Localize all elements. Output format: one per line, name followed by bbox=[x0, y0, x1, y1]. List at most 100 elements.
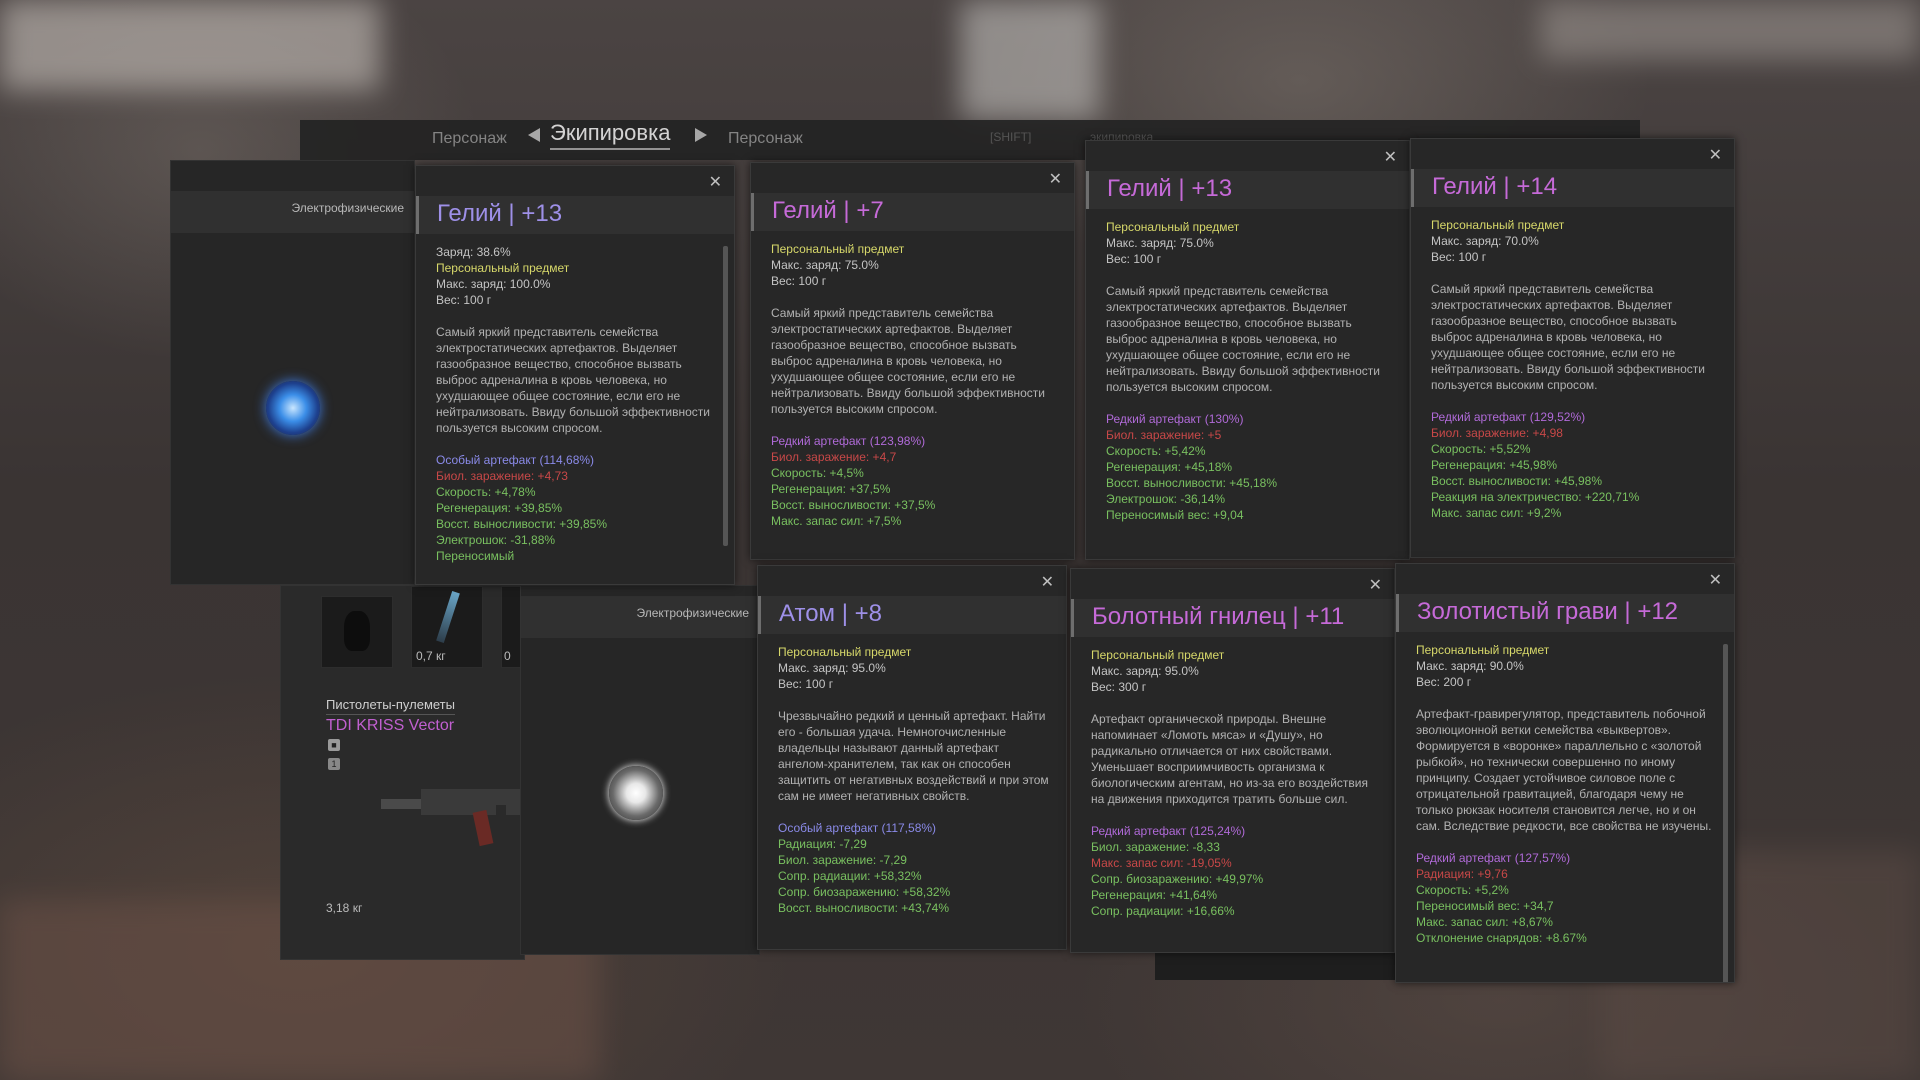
helium-artifact-icon[interactable] bbox=[266, 381, 320, 435]
artifact-tooltip-card: ✕ Болотный гнилец | +11 Персональный предм… bbox=[1070, 568, 1395, 953]
artifact-name: Гелий bbox=[437, 200, 502, 227]
panel-footer bbox=[1155, 950, 1395, 980]
close-icon[interactable]: ✕ bbox=[1049, 169, 1062, 189]
nav-tab-character-left[interactable]: Персонаж bbox=[432, 130, 507, 148]
personal-item-label: Персональный предмет bbox=[1091, 648, 1225, 662]
stat-line: Сопр. биозаражению: +58,32% bbox=[778, 885, 951, 899]
scrollbar[interactable] bbox=[723, 246, 728, 546]
stat-line: Восст. выносливости: +37,5% bbox=[771, 498, 936, 512]
artifact-title: Гелий | +14 bbox=[1432, 173, 1557, 201]
title-separator: | bbox=[1285, 603, 1306, 630]
tooltip-body: Персональный предмет Макс. заряд: 75.0% Ве… bbox=[1106, 219, 1393, 523]
rarity-label: Редкий артефакт (127,57%) bbox=[1416, 851, 1571, 865]
tooltip-header: Атом | +8 bbox=[758, 596, 1066, 634]
artifact-tooltip-card: ✕ Атом | +8 Персональный предмет Макс. заря… bbox=[757, 565, 1067, 950]
stat-line: Макс. запас сил: +9,2% bbox=[1431, 506, 1562, 520]
artifact-category-panel: Электрофизические bbox=[520, 585, 761, 955]
stat-line: Сопр. биозаражению: +49,97% bbox=[1091, 872, 1264, 886]
close-icon[interactable]: ✕ bbox=[1384, 147, 1397, 167]
close-icon[interactable]: ✕ bbox=[1369, 575, 1382, 595]
personal-item-label: Персональный предмет bbox=[1416, 643, 1550, 657]
nav-tab-equipment[interactable]: Экипировка bbox=[550, 120, 671, 150]
tooltip-body: Персональный предмет Макс. заряд: 90.0% Ве… bbox=[1416, 642, 1718, 946]
item-weight: Вес: 100 г bbox=[771, 274, 827, 288]
artifact-tooltip-card: ✕ Гелий | +13 Заряд: 38.6% Персональный пре… bbox=[415, 165, 735, 585]
stat-line: Скорость: +4,78% bbox=[436, 485, 536, 499]
inventory-slot[interactable]: 0,7 кг bbox=[411, 586, 483, 668]
stat-line: Сопр. радиации: +16,66% bbox=[1091, 904, 1235, 918]
inventory-panel: 0,7 кг 0 Пистолеты-пулеметы TDI KRISS Ve… bbox=[280, 585, 526, 960]
category-label: Электрофизические bbox=[521, 596, 761, 638]
max-charge: Макс. заряд: 95.0% bbox=[1091, 664, 1199, 678]
lock-icon: ■ bbox=[328, 739, 340, 751]
tooltip-body: Персональный предмет Макс. заряд: 95.0% Ве… bbox=[1091, 647, 1378, 919]
nav-next-arrow-icon[interactable] bbox=[695, 128, 707, 142]
stat-line: Регенерация: +41,64% bbox=[1091, 888, 1218, 902]
item-weight: Вес: 200 г bbox=[1416, 675, 1472, 689]
stat-line: Скорость: +5,42% bbox=[1106, 444, 1206, 458]
stat-line: Регенерация: +45,18% bbox=[1106, 460, 1233, 474]
personal-item-label: Персональный предмет bbox=[1431, 218, 1565, 232]
knife-icon bbox=[436, 591, 460, 643]
artifact-name: Гелий bbox=[1432, 173, 1497, 200]
inventory-slot[interactable] bbox=[321, 596, 393, 668]
artifact-title: Гелий | +7 bbox=[772, 197, 884, 225]
rarity-label: Редкий артефакт (129,52%) bbox=[1431, 410, 1586, 424]
slot-extra-label: 0 bbox=[504, 649, 511, 663]
artifact-tooltip-card: ✕ Гелий | +14 Персональный предмет Макс. за… bbox=[1410, 138, 1735, 558]
artifact-level: +7 bbox=[856, 197, 884, 224]
artifact-level: +11 bbox=[1305, 603, 1345, 630]
close-icon[interactable]: ✕ bbox=[1709, 570, 1722, 590]
title-separator: | bbox=[836, 197, 857, 224]
personal-item-label: Персональный предмет bbox=[1106, 220, 1240, 234]
max-charge: Макс. заряд: 75.0% bbox=[771, 258, 879, 272]
personal-item-label: Персональный предмет bbox=[436, 261, 570, 275]
artifact-title: Золотистый грави | +12 bbox=[1417, 598, 1678, 626]
close-icon[interactable]: ✕ bbox=[1041, 572, 1054, 592]
tooltip-header: Гелий | +13 bbox=[1086, 171, 1409, 209]
weapon-name[interactable]: TDI KRISS Vector bbox=[326, 717, 454, 735]
atom-artifact-icon[interactable] bbox=[609, 766, 663, 820]
nav-prev-arrow-icon[interactable] bbox=[528, 128, 540, 142]
weapon-category: Пистолеты-пулеметы bbox=[326, 697, 455, 715]
artifact-category-panel: Электрофизические bbox=[170, 160, 416, 585]
stat-line: Восст. выносливости: +39,85% bbox=[436, 517, 608, 531]
item-description: Самый яркий представитель семейства элек… bbox=[436, 325, 710, 435]
rarity-label: Особый артефакт (114,68%) bbox=[436, 453, 595, 467]
stat-line: Восст. выносливости: +45,98% bbox=[1431, 474, 1603, 488]
artifact-name: Гелий bbox=[772, 197, 837, 224]
scrollbar[interactable] bbox=[1723, 644, 1728, 982]
tooltip-body: Заряд: 38.6% Персональный предмет Макс. за… bbox=[436, 244, 718, 564]
close-icon[interactable]: ✕ bbox=[709, 172, 722, 192]
artifact-name: Атом bbox=[779, 600, 836, 627]
tooltip-header: Гелий | +13 bbox=[416, 196, 734, 234]
title-separator: | bbox=[501, 200, 522, 227]
rarity-label: Особый артефакт (117,58%) bbox=[778, 821, 937, 835]
stat-line: Восст. выносливости: +45,18% bbox=[1106, 476, 1278, 490]
stat-line: Реакция на электричество: +220,71% bbox=[1431, 490, 1640, 504]
stat-line: Электрошок: -31,88% bbox=[436, 533, 556, 547]
item-description: Самый яркий представитель семейства элек… bbox=[1431, 282, 1705, 392]
shortcut-hint: [SHIFT] bbox=[990, 130, 1032, 144]
stat-line: Регенерация: +45,98% bbox=[1431, 458, 1558, 472]
max-charge: Макс. заряд: 70.0% bbox=[1431, 234, 1539, 248]
armor-icon bbox=[344, 611, 370, 651]
item-description: Чрезвычайно редкий и ценный артефакт. На… bbox=[778, 709, 1049, 803]
tooltip-body: Персональный предмет Макс. заряд: 75.0% Ве… bbox=[771, 241, 1058, 529]
nav-tab-character-right[interactable]: Персонаж bbox=[728, 130, 803, 148]
background-blur bbox=[960, 0, 1100, 120]
close-icon[interactable]: ✕ bbox=[1709, 145, 1722, 165]
title-separator: | bbox=[835, 600, 855, 627]
stat-line: Регенерация: +37,5% bbox=[771, 482, 891, 496]
stat-line: Скорость: +4,5% bbox=[771, 466, 864, 480]
title-separator: | bbox=[1496, 173, 1517, 200]
stat-line: Радиация: -7,29 bbox=[778, 837, 867, 851]
stat-line: Биол. заражение: +4,73 bbox=[436, 469, 568, 483]
stat-line: Биол. заражение: +5 bbox=[1106, 428, 1222, 442]
max-charge: Макс. заряд: 90.0% bbox=[1416, 659, 1524, 673]
background-blur bbox=[0, 0, 380, 90]
artifact-level: +14 bbox=[1516, 173, 1558, 200]
artifact-level: +12 bbox=[1637, 598, 1679, 625]
kriss-vector-icon[interactable] bbox=[381, 771, 521, 851]
stat-line: Восст. выносливости: +43,74% bbox=[778, 901, 950, 915]
